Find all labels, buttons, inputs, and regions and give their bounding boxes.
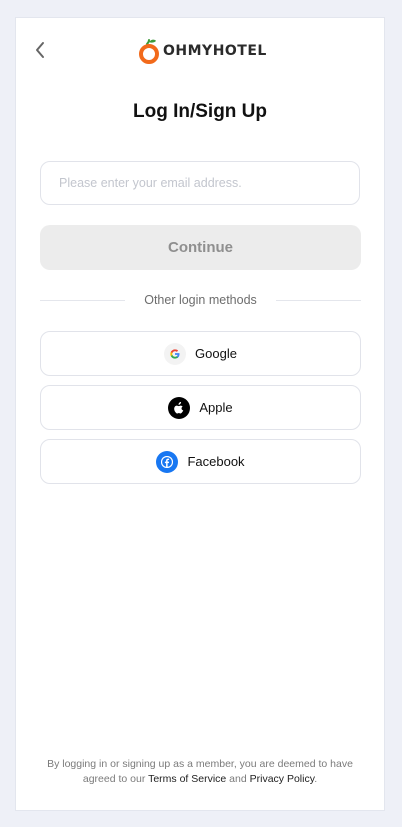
terms-notice-suffix: . [314, 773, 318, 785]
terms-notice-and: and [229, 773, 247, 785]
terms-of-service-link[interactable]: Terms of Service [148, 773, 226, 785]
google-login-button[interactable]: Google [40, 331, 361, 376]
brand-logo: OHMYHOTEL [138, 36, 267, 66]
other-methods-divider: Other login methods [40, 292, 361, 308]
login-card: OHMYHOTEL Log In/Sign Up Continue Other … [16, 18, 384, 810]
logo-text: OHMYHOTEL [163, 43, 267, 59]
email-field[interactable] [40, 161, 360, 205]
apple-login-button[interactable]: Apple [40, 385, 361, 430]
divider-label: Other login methods [144, 293, 257, 307]
apple-label: Apple [199, 400, 233, 415]
chevron-left-icon [36, 42, 44, 58]
divider-line-left [40, 299, 126, 301]
divider-line-right [275, 299, 361, 301]
google-icon [164, 342, 187, 365]
privacy-policy-link[interactable]: Privacy Policy [250, 773, 315, 785]
facebook-label: Facebook [187, 454, 245, 469]
apple-icon [168, 396, 191, 419]
terms-notice: By logging in or signing up as a member,… [46, 757, 354, 787]
back-button[interactable] [30, 40, 50, 60]
facebook-login-button[interactable]: Facebook [40, 439, 361, 484]
facebook-icon [156, 450, 179, 473]
google-label: Google [195, 346, 237, 361]
continue-button[interactable]: Continue [40, 225, 361, 270]
orange-fruit-icon [139, 39, 159, 64]
page-title: Log In/Sign Up [132, 101, 268, 122]
